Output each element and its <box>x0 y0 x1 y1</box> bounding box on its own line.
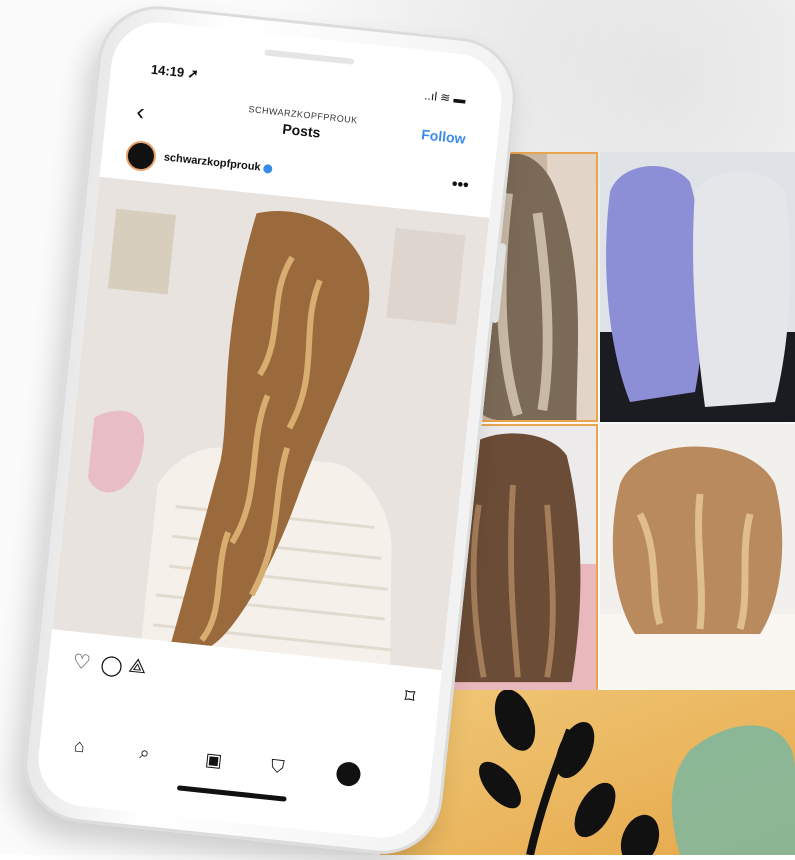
post-image-fishtail-braid[interactable] <box>51 176 490 671</box>
status-time: 14:19 ➚ <box>150 62 199 83</box>
post-username-text: schwarzkopfprouk <box>163 151 262 174</box>
search-icon[interactable]: ⌕ <box>138 742 151 764</box>
comment-icon[interactable]: ◯ <box>99 652 124 679</box>
location-icon: ➚ <box>186 65 200 82</box>
grid-photo-lilac-silver <box>600 152 795 422</box>
more-options-icon[interactable]: ••• <box>451 176 469 196</box>
share-icon[interactable]: ⟁ <box>127 655 147 680</box>
heart-icon[interactable]: ♡ <box>71 649 92 676</box>
profile-avatar-tab[interactable] <box>335 760 362 788</box>
status-icons: ..ıl ≋ ▬ <box>423 88 467 107</box>
post-username[interactable]: schwarzkopfprouk <box>163 151 273 174</box>
verified-icon <box>263 163 273 174</box>
shop-icon[interactable]: ⛉ <box>270 756 286 778</box>
avatar[interactable] <box>124 139 158 173</box>
status-time-text: 14:19 <box>150 61 185 81</box>
phone-screen: 14:19 ➚ ..ıl ≋ ▬ ‹ SCHWARZKOPFPROUK Post… <box>33 17 507 843</box>
phone-mockup: 14:19 ➚ ..ıl ≋ ▬ ‹ SCHWARZKOPFPROUK Post… <box>18 0 522 860</box>
grid-photo-copper-bob <box>600 424 795 694</box>
home-icon[interactable]: ⌂ <box>73 735 86 757</box>
speaker-notch <box>264 49 355 65</box>
reels-icon[interactable]: ▣ <box>204 749 223 772</box>
bookmark-icon[interactable]: ⌑ <box>403 684 416 710</box>
